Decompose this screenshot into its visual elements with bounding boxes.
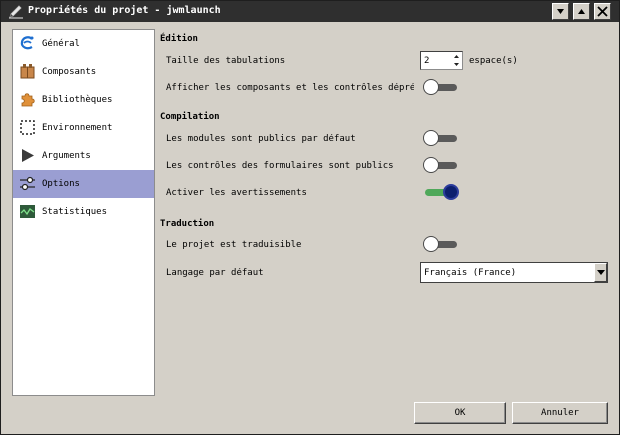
sidebar-item-label: Arguments — [42, 151, 91, 161]
general-icon — [19, 35, 36, 52]
modules-public-toggle[interactable] — [423, 130, 459, 146]
tab-size-value: 2 — [424, 56, 430, 66]
minimize-icon — [557, 9, 564, 14]
sidebar: Général Composants Bibliothèques Environ… — [12, 29, 155, 396]
sidebar-item-label: Bibliothèques — [42, 95, 113, 105]
tab-size-unit: espace(s) — [469, 56, 518, 66]
sidebar-item-label: Statistiques — [42, 207, 108, 217]
minimize-button[interactable] — [552, 3, 569, 20]
warnings-toggle[interactable] — [423, 184, 459, 200]
section-translation-title: Traduction — [160, 219, 215, 229]
tab-size-label: Taille des tabulations — [166, 56, 286, 66]
title-bar[interactable]: Propriétés du projet - jwmlaunch — [1, 1, 619, 22]
default-language-select[interactable]: Français (France) — [420, 262, 608, 283]
play-icon — [19, 147, 36, 164]
sidebar-item-libraries[interactable]: Bibliothèques — [13, 86, 154, 114]
translatable-toggle[interactable] — [423, 236, 459, 252]
ok-button[interactable]: OK — [414, 402, 506, 424]
statistics-icon — [19, 203, 36, 220]
maximize-icon — [578, 9, 585, 14]
sidebar-item-environment[interactable]: Environnement — [13, 114, 154, 142]
components-icon — [19, 63, 36, 80]
deprecated-label: Afficher les composants et les contrôles… — [166, 83, 414, 93]
deprecated-toggle[interactable] — [423, 79, 459, 95]
close-button[interactable] — [594, 3, 611, 20]
puzzle-icon — [19, 91, 36, 108]
controls-public-label: Les contrôles des formulaires sont publi… — [166, 161, 394, 171]
maximize-button[interactable] — [573, 3, 590, 20]
sidebar-item-label: Composants — [42, 67, 97, 77]
controls-public-toggle[interactable] — [423, 157, 459, 173]
sidebar-item-label: Environnement — [42, 123, 113, 133]
section-compilation-title: Compilation — [160, 112, 220, 122]
default-language-value: Français (France) — [424, 268, 517, 278]
default-language-label: Langage par défaut — [166, 268, 264, 278]
sidebar-item-options[interactable]: Options — [13, 170, 154, 198]
window-title: Propriétés du projet - jwmlaunch — [28, 5, 221, 16]
sidebar-item-components[interactable]: Composants — [13, 58, 154, 86]
cancel-button[interactable]: Annuler — [512, 402, 608, 424]
project-properties-window: Propriétés du projet - jwmlaunch Général… — [0, 0, 620, 435]
sidebar-item-arguments[interactable]: Arguments — [13, 142, 154, 170]
environment-icon — [19, 119, 36, 136]
chevron-down-icon — [597, 270, 605, 275]
tab-size-spinbox[interactable]: 2 — [420, 51, 463, 70]
close-icon — [597, 6, 608, 17]
translatable-label: Le projet est traduisible — [166, 240, 302, 250]
pencil-icon — [8, 4, 24, 19]
options-icon — [19, 175, 36, 192]
sidebar-item-general[interactable]: Général — [13, 30, 154, 58]
sidebar-item-label: Options — [42, 179, 80, 189]
warnings-label: Activer les avertissements — [166, 188, 307, 198]
modules-public-label: Les modules sont publics par défaut — [166, 134, 356, 144]
dropdown-button[interactable] — [594, 263, 607, 282]
section-edition-title: Édition — [160, 34, 198, 44]
spin-arrows-icon[interactable] — [452, 53, 461, 68]
sidebar-item-label: Général — [42, 39, 80, 49]
sidebar-item-statistics[interactable]: Statistiques — [13, 198, 154, 226]
